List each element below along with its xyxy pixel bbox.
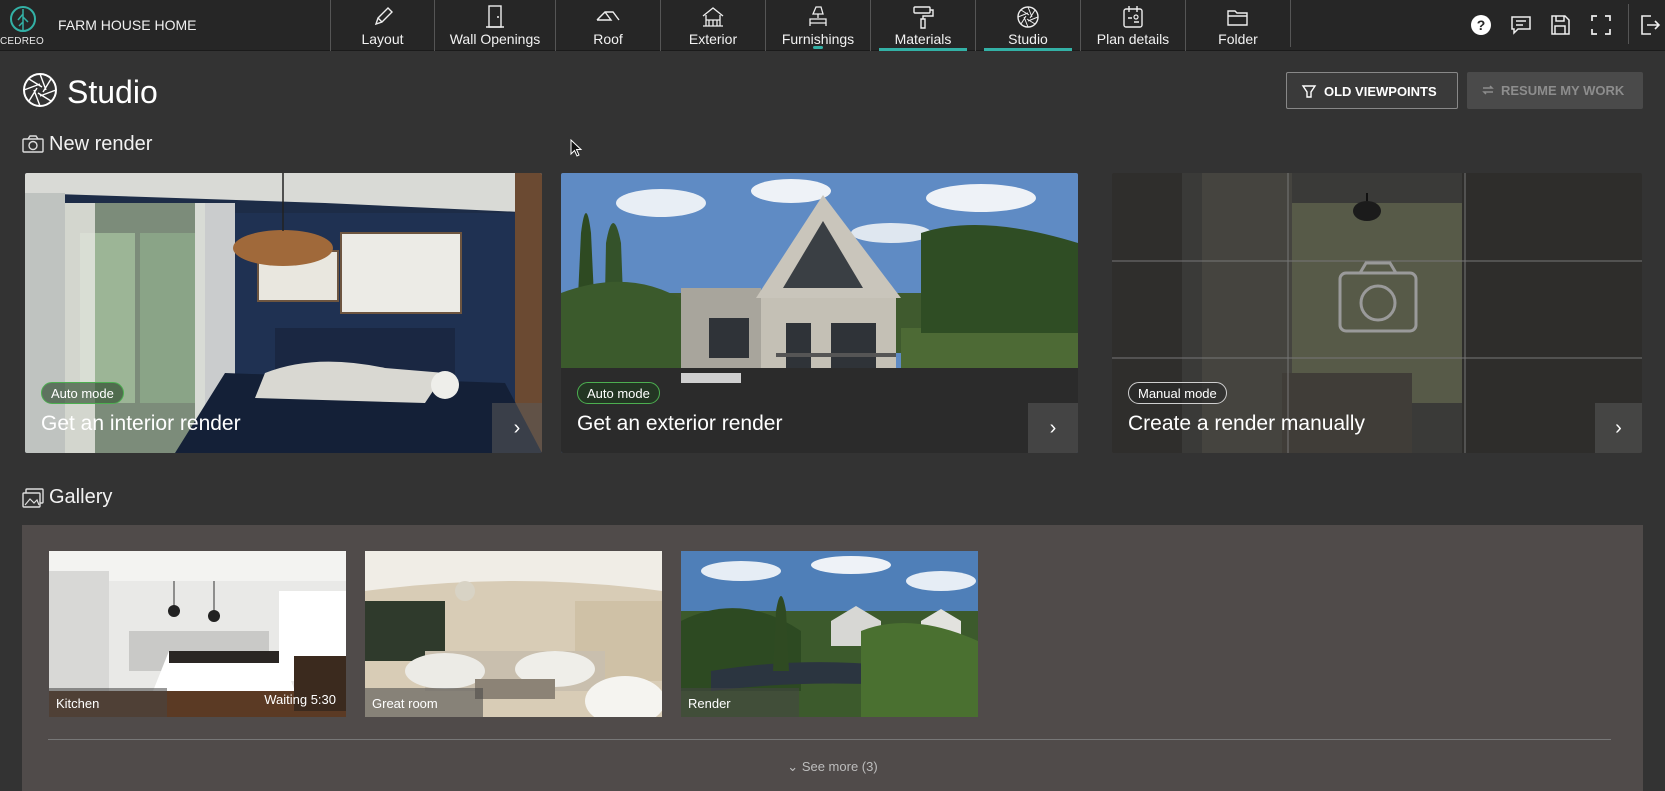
paint-roller-icon bbox=[913, 6, 934, 29]
aperture-icon bbox=[1017, 6, 1039, 28]
interior-render-card[interactable]: Auto mode Get an interior render › bbox=[25, 173, 542, 453]
gallery-divider bbox=[48, 739, 1611, 740]
chevron-right-icon[interactable]: › bbox=[1595, 403, 1642, 453]
comment-icon[interactable] bbox=[1509, 13, 1533, 37]
exterior-icon bbox=[702, 7, 724, 27]
chevron-down-icon: ⌄ bbox=[787, 759, 802, 774]
door-icon bbox=[486, 5, 504, 28]
plan-details-icon bbox=[1123, 6, 1143, 28]
tab-layout[interactable]: Layout bbox=[330, 0, 434, 51]
logout-icon[interactable] bbox=[1638, 13, 1662, 37]
see-more-label: See more (3) bbox=[801, 759, 878, 774]
sync-icon bbox=[1482, 85, 1494, 95]
old-viewpoints-button[interactable]: OLD VIEWPOINTS bbox=[1286, 72, 1458, 109]
gallery-item-label: Great room bbox=[365, 688, 483, 717]
tab-label: Layout bbox=[361, 31, 404, 47]
save-icon[interactable] bbox=[1548, 13, 1572, 37]
mode-badge: Auto mode bbox=[41, 382, 124, 404]
tab-furnishings[interactable]: Furnishings bbox=[765, 0, 870, 51]
chevron-right-icon[interactable]: › bbox=[1028, 403, 1078, 453]
tab-wall-openings[interactable]: Wall Openings bbox=[434, 0, 555, 51]
project-name[interactable]: FARM HOUSE HOME bbox=[58, 17, 196, 33]
gallery-item-kitchen[interactable]: Kitchen Waiting 5:30 bbox=[49, 551, 346, 717]
aperture-icon bbox=[23, 73, 57, 107]
tab-label: Roof bbox=[593, 31, 623, 47]
card-title: Get an exterior render bbox=[577, 412, 783, 435]
page-title-text: Studio bbox=[67, 74, 158, 110]
mode-badge: Auto mode bbox=[577, 382, 660, 404]
card-title: Get an interior render bbox=[41, 412, 241, 435]
gallery-icon bbox=[22, 488, 44, 508]
gallery-item-render[interactable]: Render bbox=[681, 551, 978, 717]
header-separator bbox=[1628, 4, 1629, 44]
logo-text: CEDREO bbox=[0, 36, 44, 47]
gallery-panel: Kitchen Waiting 5:30 Great room Render ⌄… bbox=[22, 525, 1643, 791]
gallery-item-great-room[interactable]: Great room bbox=[365, 551, 662, 717]
see-more-link[interactable]: ⌄ See more (3) bbox=[22, 759, 1643, 775]
cedreo-logo[interactable]: CEDREO bbox=[0, 2, 52, 48]
nav-divider bbox=[1290, 0, 1291, 47]
tab-folder[interactable]: Folder bbox=[1185, 0, 1290, 51]
manual-render-card[interactable]: Manual mode Create a render manually › bbox=[1112, 173, 1642, 453]
exterior-render-card[interactable]: Auto mode Get an exterior render › bbox=[561, 173, 1078, 453]
tab-materials[interactable]: Materials bbox=[870, 0, 975, 51]
svg-text:?: ? bbox=[1477, 17, 1486, 33]
new-render-heading-text: New render bbox=[49, 133, 153, 155]
pencil-icon bbox=[374, 7, 393, 26]
lamp-icon bbox=[809, 6, 827, 26]
tab-label: Studio bbox=[1008, 31, 1048, 47]
help-icon[interactable]: ? bbox=[1469, 13, 1493, 37]
card-title: Create a render manually bbox=[1128, 412, 1365, 435]
fullscreen-icon[interactable] bbox=[1589, 13, 1613, 37]
tab-label: Exterior bbox=[688, 31, 738, 47]
gallery-heading-text: Gallery bbox=[49, 486, 113, 508]
old-viewpoints-label: OLD VIEWPOINTS bbox=[1324, 84, 1437, 99]
camera-icon bbox=[22, 135, 44, 153]
tab-plan-details[interactable]: Plan details bbox=[1080, 0, 1185, 51]
mouse-cursor-icon bbox=[570, 139, 583, 157]
resume-label: RESUME MY WORK bbox=[1501, 83, 1625, 98]
tab-underline-active bbox=[984, 48, 1072, 51]
tab-label: Folder bbox=[1218, 31, 1258, 47]
tab-label: Plan details bbox=[1096, 31, 1170, 47]
gallery-item-status: Waiting 5:30 bbox=[264, 692, 336, 707]
mode-badge: Manual mode bbox=[1128, 382, 1227, 404]
tab-label: Wall Openings bbox=[449, 31, 541, 47]
interior-render-image bbox=[25, 173, 542, 453]
tab-roof[interactable]: Roof bbox=[555, 0, 660, 51]
folder-icon bbox=[1227, 10, 1248, 26]
roof-icon bbox=[596, 11, 620, 21]
viewpoint-icon bbox=[1301, 85, 1317, 98]
resume-my-work-button[interactable]: RESUME MY WORK bbox=[1467, 72, 1643, 109]
tab-label: Furnishings bbox=[781, 31, 855, 47]
chevron-right-icon[interactable]: › bbox=[492, 403, 542, 453]
gallery-item-label: Render bbox=[681, 688, 799, 717]
tab-exterior[interactable]: Exterior bbox=[660, 0, 765, 51]
gallery-item-label: Kitchen bbox=[49, 688, 167, 717]
tab-indicator-dot bbox=[813, 46, 823, 49]
manual-render-image bbox=[1112, 173, 1642, 453]
tab-studio[interactable]: Studio bbox=[975, 0, 1080, 51]
top-bar: CEDREO FARM HOUSE HOME Layout Wall Openi… bbox=[0, 0, 1665, 51]
tab-label: Materials bbox=[894, 31, 952, 47]
tab-underline bbox=[879, 48, 967, 51]
exterior-render-image bbox=[561, 173, 1078, 453]
